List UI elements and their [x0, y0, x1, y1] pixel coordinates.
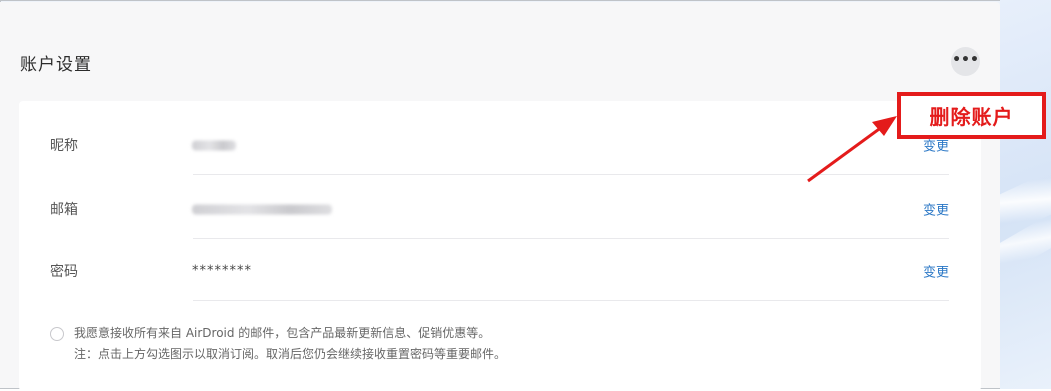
consent-checkbox[interactable] [50, 327, 64, 341]
redacted-nickname [192, 140, 236, 150]
email-row: 邮箱 变更 [19, 179, 949, 239]
row-divider [193, 300, 949, 301]
password-label: 密码 [50, 264, 78, 280]
email-value [192, 202, 332, 217]
password-row: 密码 ******** 变更 [19, 241, 949, 301]
more-options-button[interactable]: ••• [951, 47, 980, 76]
email-label: 邮箱 [50, 202, 78, 218]
consent-note: 注：点击上方勾选图示以取消订阅。取消后您仍会继续接收重置密码等重要邮件。 [74, 347, 507, 361]
change-password-link[interactable]: 变更 [923, 262, 949, 281]
consent-text: 我愿意接收所有来自 AirDroid 的邮件，包含产品最新更新信息、促销优惠等。 [74, 326, 491, 340]
ellipsis-icon: ••• [952, 51, 979, 68]
nickname-row: 昵称 变更 [19, 115, 949, 175]
redacted-email [192, 204, 332, 214]
delete-account-callout: 删除账户 [897, 92, 1046, 139]
page-title: 账户设置 [20, 55, 92, 75]
row-divider [193, 238, 949, 239]
password-value: ******** [192, 263, 252, 279]
change-email-link[interactable]: 变更 [923, 200, 949, 219]
delete-account-annotation: 删除账户 [929, 105, 1014, 129]
nickname-label: 昵称 [50, 138, 78, 154]
row-divider [193, 174, 949, 175]
desktop-background [985, 0, 1051, 389]
email-consent: 我愿意接收所有来自 AirDroid 的邮件，包含产品最新更新信息、促销优惠等。… [50, 323, 506, 365]
nickname-value [192, 138, 236, 153]
account-info-card: 昵称 变更 邮箱 变更 密码 ******** 变更 我愿意接收所有来自 Air… [19, 101, 981, 391]
